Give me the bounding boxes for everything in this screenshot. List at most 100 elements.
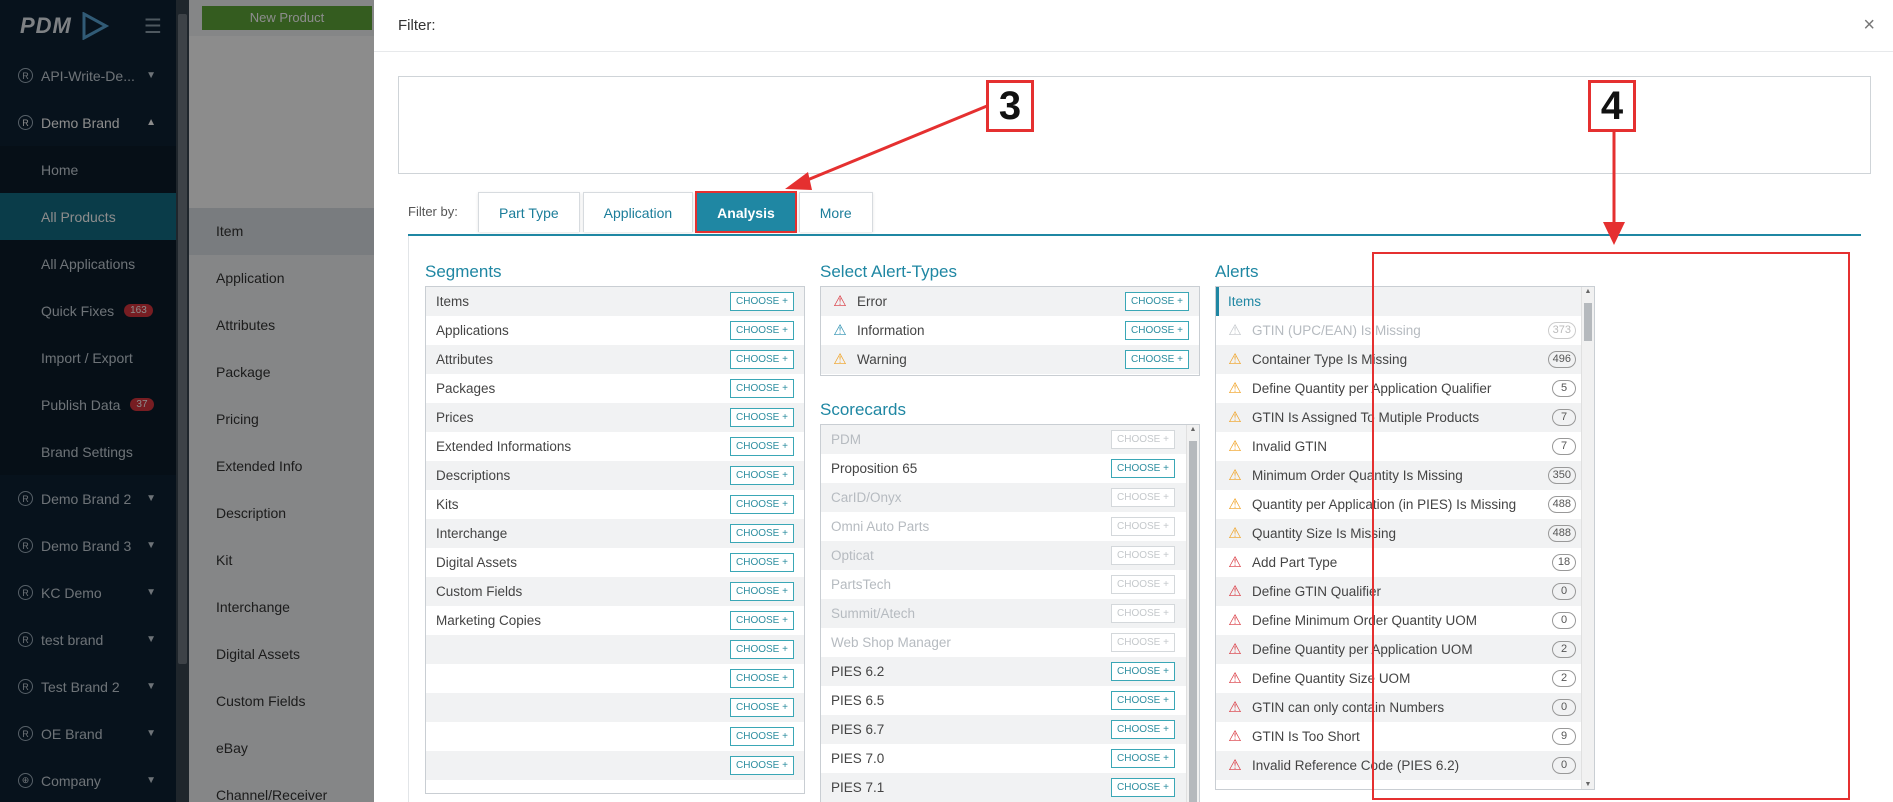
choose-button[interactable]: CHOOSE +: [730, 292, 794, 311]
choose-button[interactable]: CHOOSE +: [730, 640, 794, 659]
segment-row[interactable]: Marketing Copies CHOOSE +: [426, 606, 804, 635]
segment-row[interactable]: CHOOSE +: [426, 722, 804, 751]
scorecard-label: Omni Auto Parts: [831, 519, 930, 534]
alert-triangle-icon: ⚠: [1228, 583, 1242, 600]
alert-types-title: Select Alert-Types: [820, 262, 958, 281]
choose-button[interactable]: CHOOSE +: [1111, 749, 1175, 768]
alert-triangle-icon: ⚠: [1228, 438, 1242, 455]
segment-row[interactable]: CHOOSE +: [426, 635, 804, 664]
alert-triangle-icon: ⚠: [1228, 380, 1242, 397]
scorecard-label: PIES 6.2: [831, 664, 885, 679]
scorecards-list: PDM CHOOSE + Proposition 65 CHOOSE + CarID/O…: [820, 424, 1200, 802]
scorecard-row[interactable]: PIES 7.0 CHOOSE +: [821, 744, 1199, 773]
choose-button: CHOOSE +: [1111, 546, 1175, 565]
choose-button[interactable]: CHOOSE +: [1125, 292, 1189, 311]
choose-button: CHOOSE +: [1111, 517, 1175, 536]
modal-overlay[interactable]: [0, 0, 374, 802]
tab-more[interactable]: More: [798, 192, 873, 232]
choose-button[interactable]: CHOOSE +: [730, 669, 794, 688]
scorecard-row: Opticat CHOOSE +: [821, 541, 1199, 570]
choose-button[interactable]: CHOOSE +: [1111, 459, 1175, 478]
scorecard-row[interactable]: PIES 6.7 CHOOSE +: [821, 715, 1199, 744]
segment-row[interactable]: Custom Fields CHOOSE +: [426, 577, 804, 606]
scorecard-label: PIES 6.7: [831, 722, 885, 737]
segment-row[interactable]: Interchange CHOOSE +: [426, 519, 804, 548]
choose-button[interactable]: CHOOSE +: [730, 756, 794, 775]
choose-button[interactable]: CHOOSE +: [1111, 778, 1175, 797]
segment-row[interactable]: Digital Assets CHOOSE +: [426, 548, 804, 577]
scroll-up-icon[interactable]: ▲: [1187, 426, 1199, 433]
segment-label: Interchange: [436, 526, 508, 541]
segment-row[interactable]: Descriptions CHOOSE +: [426, 461, 804, 490]
alert-triangle-icon: ⚠: [1228, 351, 1242, 368]
choose-button[interactable]: CHOOSE +: [1125, 321, 1189, 340]
choose-button[interactable]: CHOOSE +: [730, 350, 794, 369]
scorecard-label: Proposition 65: [831, 461, 918, 476]
close-icon[interactable]: ×: [1863, 14, 1875, 37]
tab-analysis[interactable]: Analysis: [695, 191, 797, 233]
scorecard-row[interactable]: PIES 6.5 CHOOSE +: [821, 686, 1199, 715]
filter-query-area[interactable]: [398, 76, 1871, 174]
segment-row[interactable]: Packages CHOOSE +: [426, 374, 804, 403]
segment-row[interactable]: Prices CHOOSE +: [426, 403, 804, 432]
segment-row[interactable]: Kits CHOOSE +: [426, 490, 804, 519]
choose-button[interactable]: CHOOSE +: [730, 698, 794, 717]
annotation-alerts-highlight: [1372, 252, 1850, 800]
scorecard-row[interactable]: Proposition 65 CHOOSE +: [821, 454, 1199, 483]
segment-label: Packages: [436, 381, 496, 396]
choose-button[interactable]: CHOOSE +: [1111, 720, 1175, 739]
choose-button[interactable]: CHOOSE +: [730, 321, 794, 340]
segment-label: Descriptions: [436, 468, 511, 483]
alert-label: Invalid GTIN: [1252, 439, 1328, 454]
filter-by-label: Filter by:: [408, 204, 458, 219]
scorecards-scrollbar[interactable]: ▲: [1186, 425, 1199, 802]
choose-button[interactable]: CHOOSE +: [1125, 350, 1189, 369]
choose-button: CHOOSE +: [1111, 430, 1175, 449]
choose-button[interactable]: CHOOSE +: [730, 727, 794, 746]
scorecard-label: CarID/Onyx: [831, 490, 902, 505]
alert-triangle-icon: ⚠: [1228, 670, 1242, 687]
segment-row[interactable]: Extended Informations CHOOSE +: [426, 432, 804, 461]
scorecard-row[interactable]: PIES 7.1 CHOOSE +: [821, 773, 1199, 802]
segment-label: Custom Fields: [436, 584, 523, 599]
choose-button[interactable]: CHOOSE +: [1111, 691, 1175, 710]
alert-triangle-icon: ⚠: [1228, 409, 1242, 426]
choose-button[interactable]: CHOOSE +: [730, 553, 794, 572]
scrollbar-thumb[interactable]: [1189, 441, 1197, 802]
alert-triangle-icon: ⚠: [1228, 612, 1242, 629]
choose-button: CHOOSE +: [1111, 604, 1175, 623]
choose-button[interactable]: CHOOSE +: [730, 582, 794, 601]
scorecard-row[interactable]: PIES 6.2 CHOOSE +: [821, 657, 1199, 686]
choose-button[interactable]: CHOOSE +: [1111, 662, 1175, 681]
tab-part-type[interactable]: Part Type: [478, 192, 580, 232]
choose-button[interactable]: CHOOSE +: [730, 408, 794, 427]
segments-title: Segments: [425, 262, 502, 281]
segment-row[interactable]: Applications CHOOSE +: [426, 316, 804, 345]
alert-type-row[interactable]: ⚠ Information CHOOSE +: [821, 316, 1199, 345]
annotation-step-4: 4: [1588, 80, 1636, 132]
alert-triangle-icon: ⚠: [833, 293, 847, 310]
scorecard-row: Web Shop Manager CHOOSE +: [821, 628, 1199, 657]
choose-button[interactable]: CHOOSE +: [730, 611, 794, 630]
scorecard-row: PartsTech CHOOSE +: [821, 570, 1199, 599]
segment-row[interactable]: CHOOSE +: [426, 693, 804, 722]
scorecard-label: PIES 6.5: [831, 693, 885, 708]
choose-button[interactable]: CHOOSE +: [730, 495, 794, 514]
scorecard-row: Omni Auto Parts CHOOSE +: [821, 512, 1199, 541]
alert-type-row[interactable]: ⚠ Error CHOOSE +: [821, 287, 1199, 316]
segment-row[interactable]: CHOOSE +: [426, 664, 804, 693]
segments-list: Items CHOOSE + Applications CHOOSE + Attribu…: [425, 286, 805, 794]
segment-row[interactable]: Items CHOOSE +: [426, 287, 804, 316]
choose-button[interactable]: CHOOSE +: [730, 437, 794, 456]
filter-tabs: Part Type Application Analysis More: [478, 191, 873, 233]
segment-row[interactable]: CHOOSE +: [426, 751, 804, 780]
tab-application[interactable]: Application: [582, 192, 694, 232]
choose-button[interactable]: CHOOSE +: [730, 466, 794, 485]
choose-button[interactable]: CHOOSE +: [730, 524, 794, 543]
segment-label: Items: [436, 294, 470, 309]
choose-button[interactable]: CHOOSE +: [730, 379, 794, 398]
choose-button: CHOOSE +: [1111, 633, 1175, 652]
segment-row[interactable]: Attributes CHOOSE +: [426, 345, 804, 374]
modal-title: Filter:: [398, 17, 436, 34]
alert-type-row[interactable]: ⚠ Warning CHOOSE +: [821, 345, 1199, 374]
